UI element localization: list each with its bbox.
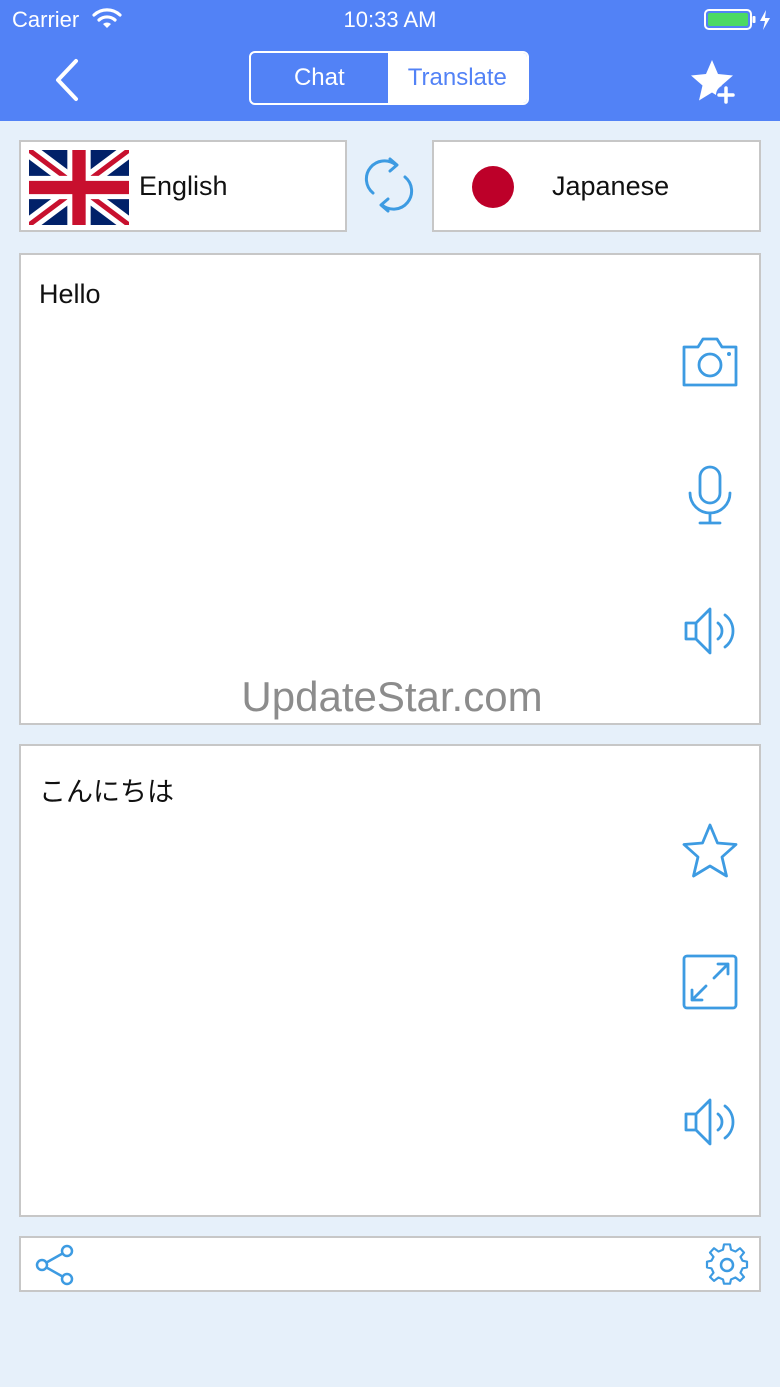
back-button[interactable] <box>46 55 90 105</box>
japan-flag-icon <box>472 166 514 208</box>
tab-chat[interactable]: Chat <box>251 53 388 103</box>
bottom-toolbar <box>19 1236 761 1292</box>
status-bar: Carrier 10:33 AM <box>0 0 780 40</box>
result-text-panel: こんにちは <box>19 744 761 1217</box>
share-icon[interactable] <box>33 1243 77 1287</box>
header: Carrier 10:33 AM Chat Translate <box>0 0 780 121</box>
swap-icon[interactable] <box>362 155 416 215</box>
gear-icon[interactable] <box>705 1243 749 1287</box>
target-language-label: Japanese <box>552 171 670 201</box>
camera-icon[interactable] <box>678 329 742 393</box>
star-icon[interactable] <box>678 820 742 884</box>
clock: 10:33 AM <box>343 7 437 32</box>
target-language-selector[interactable]: Japanese <box>432 140 761 232</box>
watermark: UpdateStar.com <box>241 673 543 720</box>
uk-flag-icon <box>29 150 129 225</box>
source-text-panel[interactable]: Hello UpdateStar.com <box>19 253 761 725</box>
speaker-icon[interactable] <box>678 599 742 663</box>
battery-icon <box>704 9 770 30</box>
source-language-label: English <box>139 171 228 201</box>
expand-icon[interactable] <box>678 950 742 1014</box>
source-language-selector[interactable]: English <box>19 140 347 232</box>
source-text[interactable]: Hello <box>39 279 101 310</box>
star-plus-icon[interactable] <box>688 57 740 109</box>
mode-segmented-control: Chat Translate <box>249 51 529 105</box>
speaker-icon[interactable] <box>678 1090 742 1154</box>
tab-translate[interactable]: Translate <box>387 53 527 103</box>
result-text: こんにちは <box>39 777 174 807</box>
microphone-icon[interactable] <box>678 463 742 527</box>
